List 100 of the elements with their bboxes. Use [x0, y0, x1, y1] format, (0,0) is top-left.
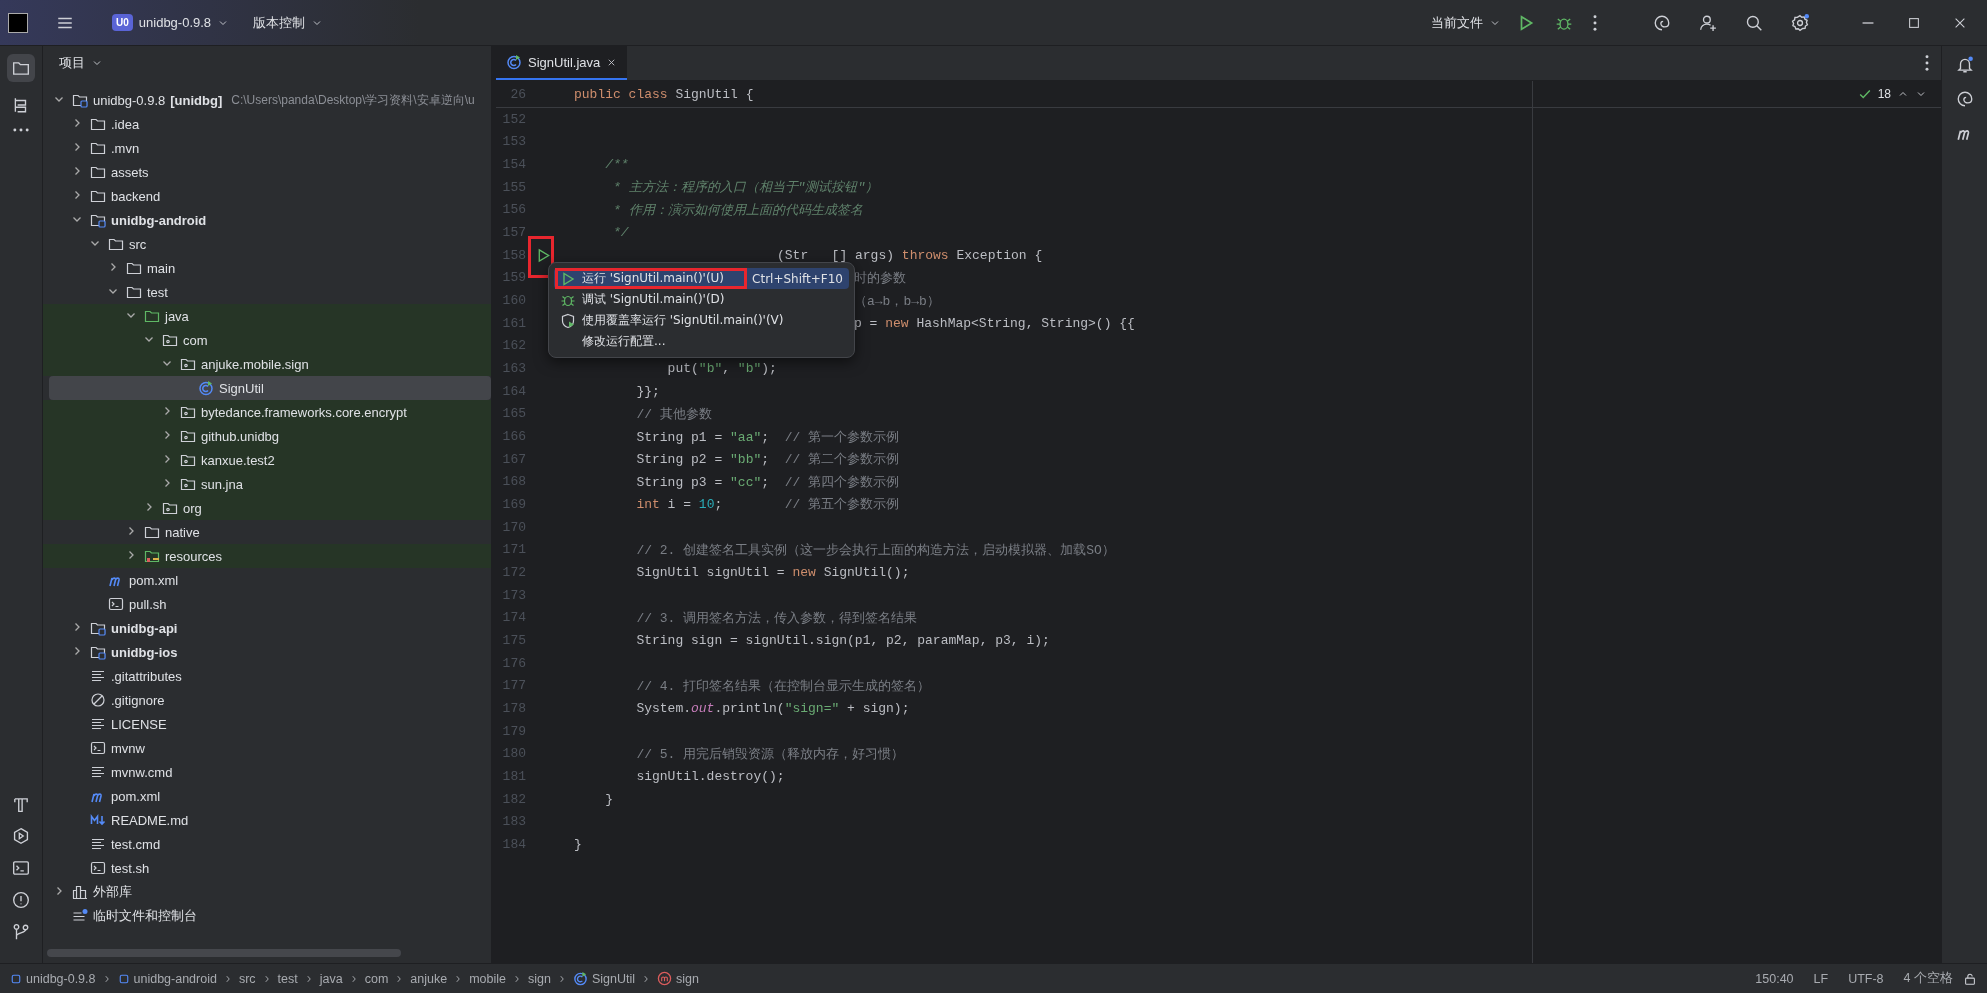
- tree-label[interactable]: test.cmd: [111, 836, 161, 852]
- tree-row[interactable]: .gitignore: [43, 688, 491, 712]
- menu-item[interactable]: 修改运行配置...: [554, 331, 849, 352]
- tree-row[interactable]: .gitattributes: [43, 664, 491, 688]
- tree-row[interactable]: 外部库: [43, 880, 491, 904]
- breadcrumb[interactable]: anjuke: [410, 971, 448, 986]
- tree-label[interactable]: resources: [165, 548, 223, 564]
- tree-row[interactable]: test: [43, 280, 491, 304]
- class-icon: [572, 971, 588, 986]
- breadcrumb[interactable]: test: [277, 971, 298, 986]
- scrollbar[interactable]: [47, 949, 401, 957]
- tree-label[interactable]: LICENSE: [111, 716, 167, 732]
- breadcrumb[interactable]: com: [364, 971, 389, 986]
- caret-position[interactable]: 150:40: [1745, 971, 1804, 986]
- tree-row[interactable]: unidbg-android: [43, 208, 491, 232]
- tree-row[interactable]: unidbg-ios: [43, 640, 491, 664]
- tree-label[interactable]: main: [147, 260, 176, 276]
- tree-row[interactable]: com: [43, 328, 491, 352]
- tree-label[interactable]: backend: [111, 188, 161, 204]
- tree-row[interactable]: assets: [43, 160, 491, 184]
- project-switcher[interactable]: U0 unidbg-0.9.8: [104, 9, 238, 36]
- tree-row[interactable]: native: [43, 520, 491, 544]
- tree-row[interactable]: sun.jna: [43, 472, 491, 496]
- tree-label[interactable]: .gitattributes: [111, 668, 182, 684]
- tree-row[interactable]: .idea: [43, 112, 491, 136]
- tree-label[interactable]: .idea: [111, 116, 140, 132]
- tree-row[interactable]: mvnw.cmd: [43, 760, 491, 784]
- line-ending[interactable]: LF: [1803, 971, 1839, 986]
- tree-row[interactable]: LICENSE: [43, 712, 491, 736]
- tree-label[interactable]: test.sh: [111, 860, 150, 876]
- tree-label[interactable]: unidbg-api: [111, 620, 178, 636]
- file-encoding[interactable]: UTF-8: [1838, 971, 1894, 986]
- tree-label[interactable]: com: [183, 332, 208, 348]
- project-name[interactable]: unidbg-0.9.8: [138, 15, 212, 30]
- breadcrumb[interactable]: SignUtil: [572, 971, 635, 986]
- tree-label[interactable]: native: [165, 524, 200, 540]
- tree-label[interactable]: java: [165, 308, 189, 324]
- breadcrumb[interactable]: sign: [528, 971, 551, 986]
- tree-row[interactable]: bytedance.frameworks.core.encrypt: [43, 400, 491, 424]
- tree-label[interactable]: org: [183, 500, 202, 516]
- tree-label[interactable]: README.md: [111, 812, 189, 828]
- breadcrumb[interactable]: sign: [657, 971, 699, 986]
- tree-label[interactable]: mvnw.cmd: [111, 764, 173, 780]
- tree-row[interactable]: github.unidbg: [43, 424, 491, 448]
- tree-label[interactable]: pull.sh: [129, 596, 167, 612]
- app-logo-icon[interactable]: [8, 12, 28, 33]
- tree-row[interactable]: unidbg-api: [43, 616, 491, 640]
- tree-label[interactable]: github.unidbg: [201, 428, 280, 444]
- tree-row[interactable]: test.cmd: [43, 832, 491, 856]
- tree-label[interactable]: SignUtil: [219, 380, 264, 396]
- tree-label[interactable]: anjuke.mobile.sign: [201, 356, 309, 372]
- tree-row[interactable]: mvnw: [43, 736, 491, 760]
- tree-label[interactable]: assets: [111, 164, 149, 180]
- tree-row[interactable]: main: [43, 256, 491, 280]
- tree-row[interactable]: pull.sh: [43, 592, 491, 616]
- tree-row[interactable]: resources: [43, 544, 491, 568]
- tree-row[interactable]: java: [43, 304, 491, 328]
- run-icon[interactable]: [536, 247, 551, 263]
- tree-label[interactable]: sun.jna: [201, 476, 243, 492]
- tree-label[interactable]: .mvn: [111, 140, 140, 156]
- tree-label[interactable]: pom.xml: [111, 788, 161, 804]
- tree-row[interactable]: src: [43, 232, 491, 256]
- indent-setting[interactable]: 4 个空格: [1893, 970, 1963, 987]
- tree-label[interactable]: mvnw: [111, 740, 145, 756]
- tree-row[interactable]: org: [43, 496, 491, 520]
- vcs-menu[interactable]: 版本控制: [245, 8, 332, 37]
- tree-row[interactable]: backend: [43, 184, 491, 208]
- tree-label[interactable]: kanxue.test2: [201, 452, 275, 468]
- tree-label[interactable]: .gitignore: [111, 692, 165, 708]
- editor-tab[interactable]: SignUtil.java: [496, 46, 628, 80]
- tree-row[interactable]: kanxue.test2: [43, 448, 491, 472]
- tree-label[interactable]: unidbg-android: [111, 212, 207, 228]
- tree-row[interactable]: .mvn: [43, 136, 491, 160]
- run-config-dropdown[interactable]: 当前文件: [1423, 8, 1509, 37]
- tree-label[interactable]: unidbg-ios: [111, 644, 178, 660]
- breadcrumb[interactable]: unidbg-android: [117, 971, 217, 986]
- code-line: SignUtil signUtil = new SignUtil();: [635, 564, 910, 580]
- breadcrumb[interactable]: mobile: [469, 971, 506, 986]
- tree-label[interactable]: test: [147, 284, 168, 300]
- tree-row[interactable]: unidbg-0.9.8 [unidbg] C:\Users\panda\Desktop\学习资料\安卓逆向\u: [43, 88, 491, 112]
- tree-label[interactable]: unidbg-0.9.8: [93, 92, 166, 108]
- project-view-dropdown[interactable]: 项目: [51, 49, 111, 77]
- tree-label[interactable]: bytedance.frameworks.core.encrypt: [201, 404, 407, 420]
- menu-item[interactable]: 调试 'SignUtil.main()'(D): [554, 289, 849, 310]
- breadcrumb[interactable]: src: [238, 971, 256, 986]
- inspection-count[interactable]: 18: [1877, 87, 1891, 101]
- tree-row[interactable]: pom.xml: [43, 568, 491, 592]
- menu-item[interactable]: 使用覆盖率运行 'SignUtil.main()'(V): [554, 310, 849, 331]
- tree-row[interactable]: 临时文件和控制台: [43, 904, 491, 928]
- tree-label[interactable]: pom.xml: [129, 572, 179, 588]
- tree-label[interactable]: 临时文件和控制台: [93, 907, 197, 925]
- tree-label[interactable]: 外部库: [93, 883, 132, 901]
- tree-row[interactable]: SignUtil: [49, 376, 491, 400]
- tree-row[interactable]: anjuke.mobile.sign: [43, 352, 491, 376]
- tree-row[interactable]: test.sh: [43, 856, 491, 880]
- tree-row[interactable]: pom.xml: [43, 784, 491, 808]
- breadcrumb[interactable]: unidbg-0.9.8: [10, 971, 96, 986]
- breadcrumb[interactable]: java: [319, 971, 343, 986]
- tree-label[interactable]: src: [129, 236, 147, 252]
- tree-row[interactable]: README.md: [43, 808, 491, 832]
